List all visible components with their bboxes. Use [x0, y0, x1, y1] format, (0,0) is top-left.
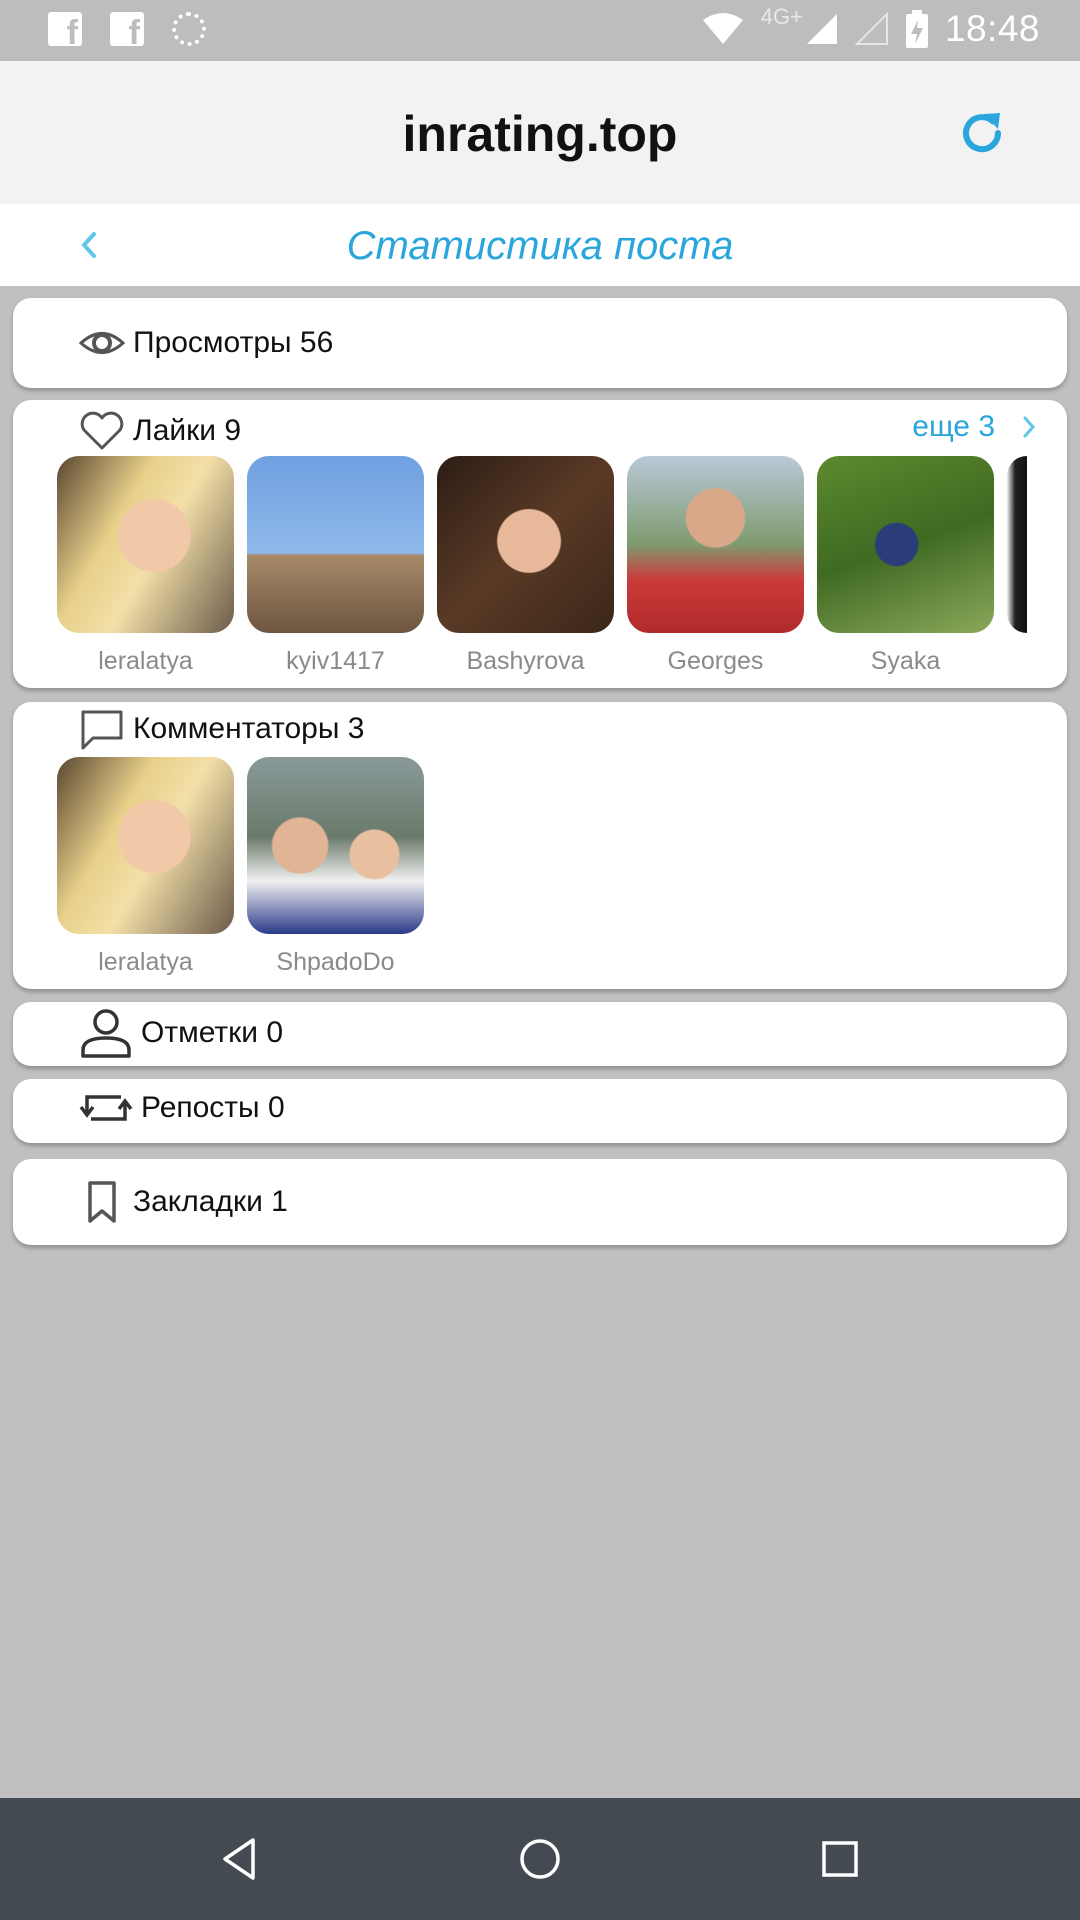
facebook-icon: f: [110, 12, 144, 46]
avatar[interactable]: Syaka: [817, 456, 994, 676]
system-icons: 4G+ 18:48: [701, 4, 1040, 50]
status-bar: f f 4G+ 18:48: [0, 0, 1080, 61]
avatar[interactable]: Bashyrova: [437, 456, 614, 676]
user-name: ShpadoDo: [276, 948, 395, 976]
avatar[interactable]: ShpadoDo: [247, 757, 424, 977]
bookmarks-header: Закладки 1: [79, 1179, 288, 1225]
user-photo: [1007, 456, 1027, 633]
user-name: Syaka: [870, 647, 941, 675]
user-photo: [57, 456, 234, 633]
likes-card: Лайки 9 еще 3 leralatya kyiv1417 Bashyro…: [13, 400, 1067, 688]
comment-icon: [81, 710, 123, 750]
network-type: 4G+: [760, 4, 803, 29]
heart-icon: [80, 411, 124, 450]
avatar[interactable]: leralatya: [57, 757, 234, 977]
commenters-avatars: leralatya ShpadoDo: [57, 757, 424, 977]
avatar[interactable]: kyiv1417: [247, 456, 424, 676]
more-likes-link[interactable]: еще 3: [912, 410, 1037, 444]
reposts-header: Репосты 0: [79, 1085, 285, 1131]
likes-avatars: leralatya kyiv1417 Bashyrova Georges Sya…: [57, 456, 1041, 676]
avatar[interactable]: Georges: [627, 456, 804, 676]
tags-label: Отметки 0: [141, 1016, 284, 1049]
bookmark-icon: [88, 1181, 116, 1223]
user-name: Bashyrova: [466, 647, 585, 675]
battery-icon: [905, 10, 928, 48]
user-photo: [57, 757, 234, 934]
facebook-icon: f: [48, 12, 82, 46]
tags-header: Отметки 0: [79, 1006, 283, 1060]
bookmarks-card: Закладки 1: [13, 1159, 1067, 1245]
recents-square-icon[interactable]: [815, 1834, 865, 1884]
app-header: inrating.top: [0, 61, 1080, 204]
signal-empty-icon: [854, 12, 888, 45]
commenters-card: Комментаторы 3 leralatya ShpadoDo: [13, 702, 1067, 989]
user-name: Georges: [667, 647, 764, 675]
refresh-icon[interactable]: [954, 105, 1010, 161]
likes-label: Лайки 9: [133, 414, 242, 447]
notification-icons: f f: [48, 12, 206, 46]
commenters-label: Комментаторы 3: [133, 712, 365, 745]
user-photo: [627, 456, 804, 633]
tags-card: Отметки 0: [13, 1002, 1067, 1066]
user-photo: [247, 456, 424, 633]
clock: 18:48: [944, 8, 1040, 49]
commenters-header: Комментаторы 3: [79, 706, 364, 752]
avatar[interactable]: leralatya: [57, 456, 234, 676]
repost-icon: [79, 1095, 133, 1121]
home-circle-icon[interactable]: [515, 1834, 565, 1884]
views-header: Просмотры 56: [79, 320, 333, 366]
chevron-right-icon: [1023, 416, 1036, 438]
user-name: leralatya: [98, 948, 193, 976]
back-triangle-icon[interactable]: [215, 1834, 265, 1884]
loading-icon: [172, 12, 206, 46]
more-likes-label: еще 3: [912, 410, 995, 443]
user-photo: [247, 757, 424, 934]
views-card: Просмотры 56: [13, 298, 1067, 388]
user-name: kyiv1417: [286, 647, 385, 675]
views-label: Просмотры 56: [133, 326, 334, 359]
person-icon: [81, 1009, 131, 1058]
eye-icon: [79, 332, 125, 354]
page-title: Статистика поста: [346, 224, 734, 268]
reposts-label: Репосты 0: [141, 1091, 285, 1124]
sub-header: Статистика поста: [0, 204, 1080, 286]
avatar-partial[interactable]: [1007, 456, 1027, 676]
likes-header: Лайки 9: [79, 408, 241, 454]
reposts-card: Репосты 0: [13, 1079, 1067, 1143]
user-photo: [817, 456, 994, 633]
signal-icon: [806, 14, 837, 44]
system-nav-bar: [0, 1798, 1080, 1920]
app-title: inrating.top: [402, 106, 678, 162]
user-photo: [437, 456, 614, 633]
bookmarks-label: Закладки 1: [133, 1185, 288, 1218]
wifi-icon: [702, 13, 743, 44]
user-name: leralatya: [98, 647, 193, 675]
